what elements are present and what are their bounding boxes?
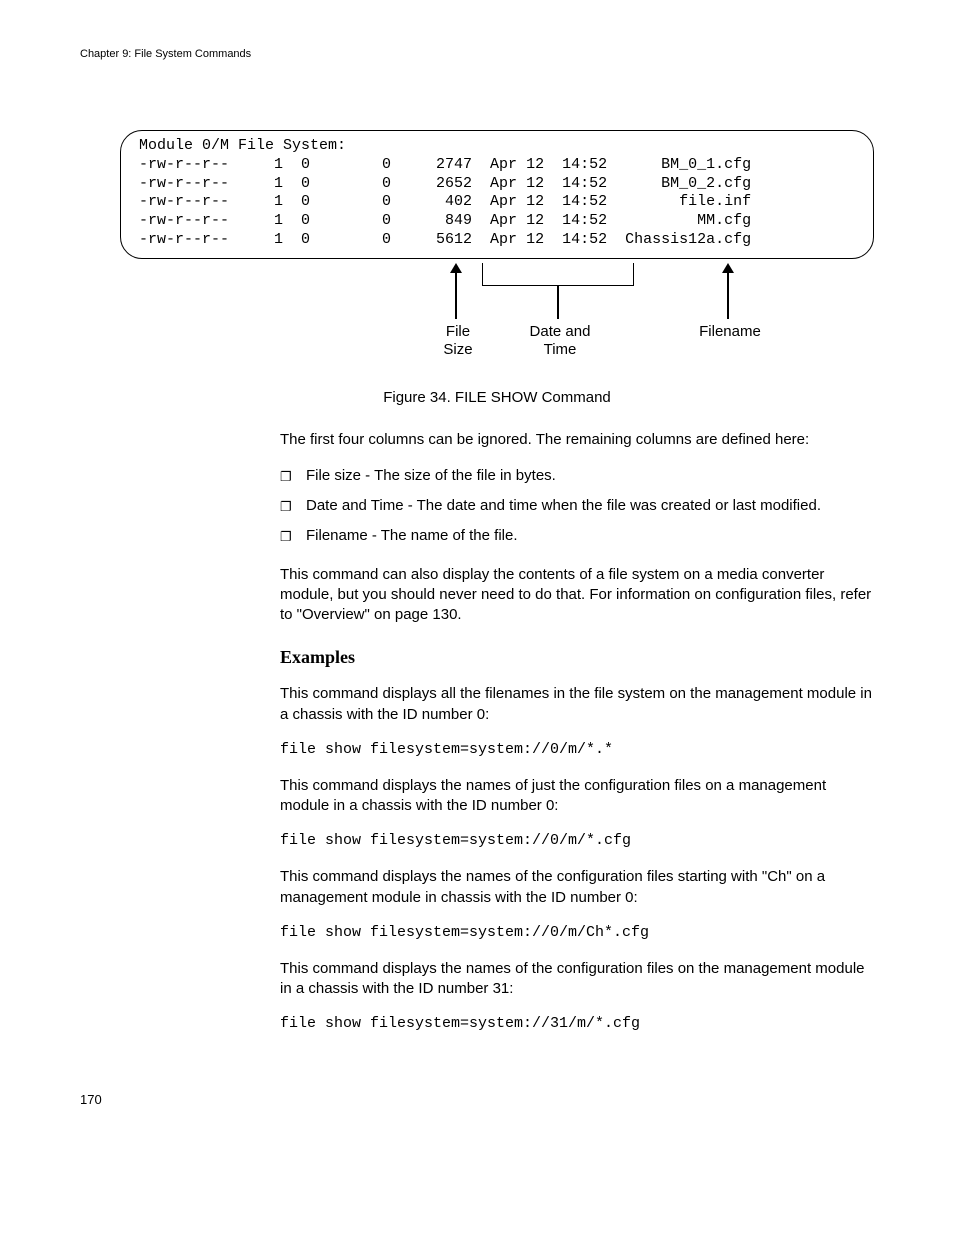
list-item: ❐ File size - The size of the file in by… <box>280 466 874 486</box>
chapter-header: Chapter 9: File System Commands <box>80 48 874 60</box>
example-command: file show filesystem=system://0/m/*.cfg <box>280 832 874 849</box>
annotation-filename: Filename <box>690 323 770 342</box>
example-intro: This command displays all the filenames … <box>280 684 874 725</box>
annotation-datetime: Date and Time <box>520 323 600 361</box>
intro-paragraph: The first four columns can be ignored. T… <box>280 430 874 450</box>
list-item: ❐ Date and Time - The date and time when… <box>280 496 874 516</box>
examples-heading: Examples <box>280 647 874 668</box>
example-intro: This command displays the names of the c… <box>280 959 874 1000</box>
figure-caption: Figure 34. FILE SHOW Command <box>120 389 874 406</box>
example-intro: This command displays the names of just … <box>280 776 874 817</box>
example-command: file show filesystem=system://0/m/Ch*.cf… <box>280 924 874 941</box>
bullet-icon: ❐ <box>280 466 306 486</box>
terminal-output: Module 0/M File System: -rw-r--r-- 1 0 0… <box>120 130 874 259</box>
figure-annotations: File Size Date and Time Filename <box>120 261 874 381</box>
bullet-icon: ❐ <box>280 526 306 546</box>
body-content: The first four columns can be ignored. T… <box>280 430 874 1033</box>
example-intro: This command displays the names of the c… <box>280 867 874 908</box>
example-command: file show filesystem=system://31/m/*.cfg <box>280 1015 874 1032</box>
figure-block: Module 0/M File System: -rw-r--r-- 1 0 0… <box>120 130 874 406</box>
annotation-filesize: File Size <box>428 323 488 361</box>
list-item: ❐ Filename - The name of the file. <box>280 526 874 546</box>
also-paragraph: This command can also display the conten… <box>280 565 874 626</box>
column-definition-list: ❐ File size - The size of the file in by… <box>280 466 874 547</box>
example-command: file show filesystem=system://0/m/*.* <box>280 741 874 758</box>
page-number: 170 <box>80 1092 874 1107</box>
bullet-icon: ❐ <box>280 496 306 516</box>
